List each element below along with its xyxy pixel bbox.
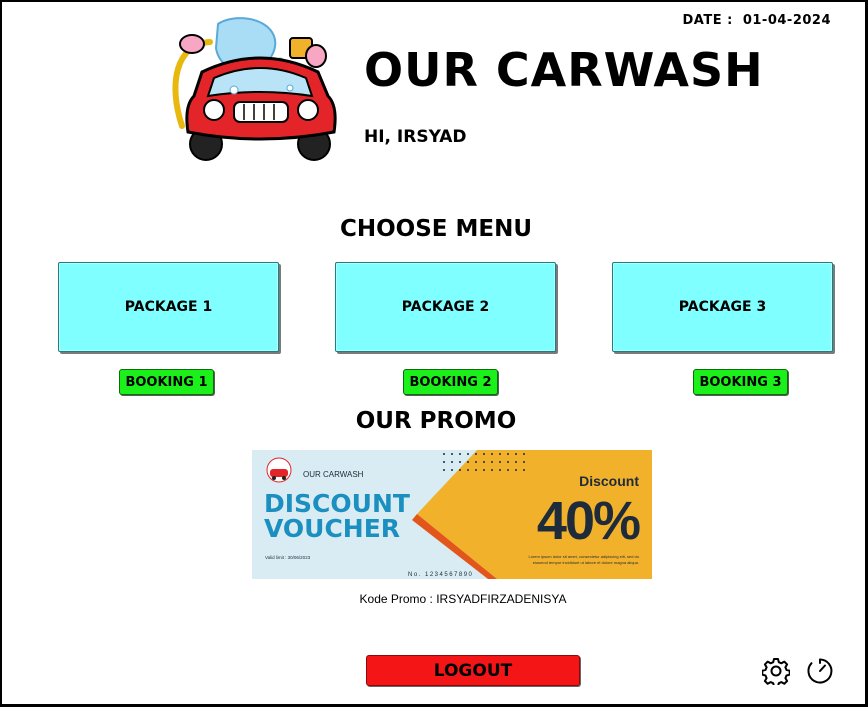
promo-code-text: Kode Promo : IRSYADFIRZADENISYA <box>359 592 567 606</box>
discount-voucher-image: OUR CARWASH DISCOUNT VOUCHER Valid limit… <box>252 450 652 579</box>
voucher-discount-label: Discount <box>579 473 639 489</box>
gear-icon[interactable] <box>762 657 790 685</box>
choose-menu-heading: CHOOSE MENU <box>339 216 533 242</box>
voucher-fine-print-2: eiusmod tempor incididunt ut labore et d… <box>533 560 639 565</box>
voucher-valid: Valid limit : 30/06/2023 <box>265 555 311 560</box>
booking-2-button[interactable]: BOOKING 2 <box>403 369 498 395</box>
date-display: DATE : 01-04-2024 <box>683 13 831 28</box>
package-2-button[interactable]: PACKAGE 2 <box>335 262 556 352</box>
carwash-logo <box>172 17 337 161</box>
package-3-button[interactable]: PACKAGE 3 <box>612 262 833 352</box>
voucher-number: No. 1234567890 <box>408 572 473 578</box>
voucher-brand: OUR CARWASH <box>303 470 364 479</box>
date-label: DATE : <box>682 13 733 28</box>
date-value: 01-04-2024 <box>742 13 831 28</box>
voucher-line-2: VOUCHER <box>264 514 400 543</box>
user-greeting: HI, IRSYAD <box>364 127 467 147</box>
package-1-button[interactable]: PACKAGE 1 <box>58 262 279 352</box>
voucher-fine-print-1: Lorem ipsum dolor sit amet, consectetur … <box>529 554 640 559</box>
voucher-discount-value: 40% <box>537 491 640 551</box>
app-window: DATE :01-04-2024 OUR CARWASH HI, IRSYAD … <box>0 0 868 707</box>
our-promo-heading: OUR PROMO <box>355 408 517 434</box>
app-title: OUR CARWASH <box>364 43 764 97</box>
clock-icon[interactable] <box>806 657 834 685</box>
booking-3-button[interactable]: BOOKING 3 <box>693 369 788 395</box>
voucher-logo <box>266 457 292 483</box>
booking-1-button[interactable]: BOOKING 1 <box>119 369 214 395</box>
logout-button[interactable]: LOGOUT <box>366 655 580 686</box>
